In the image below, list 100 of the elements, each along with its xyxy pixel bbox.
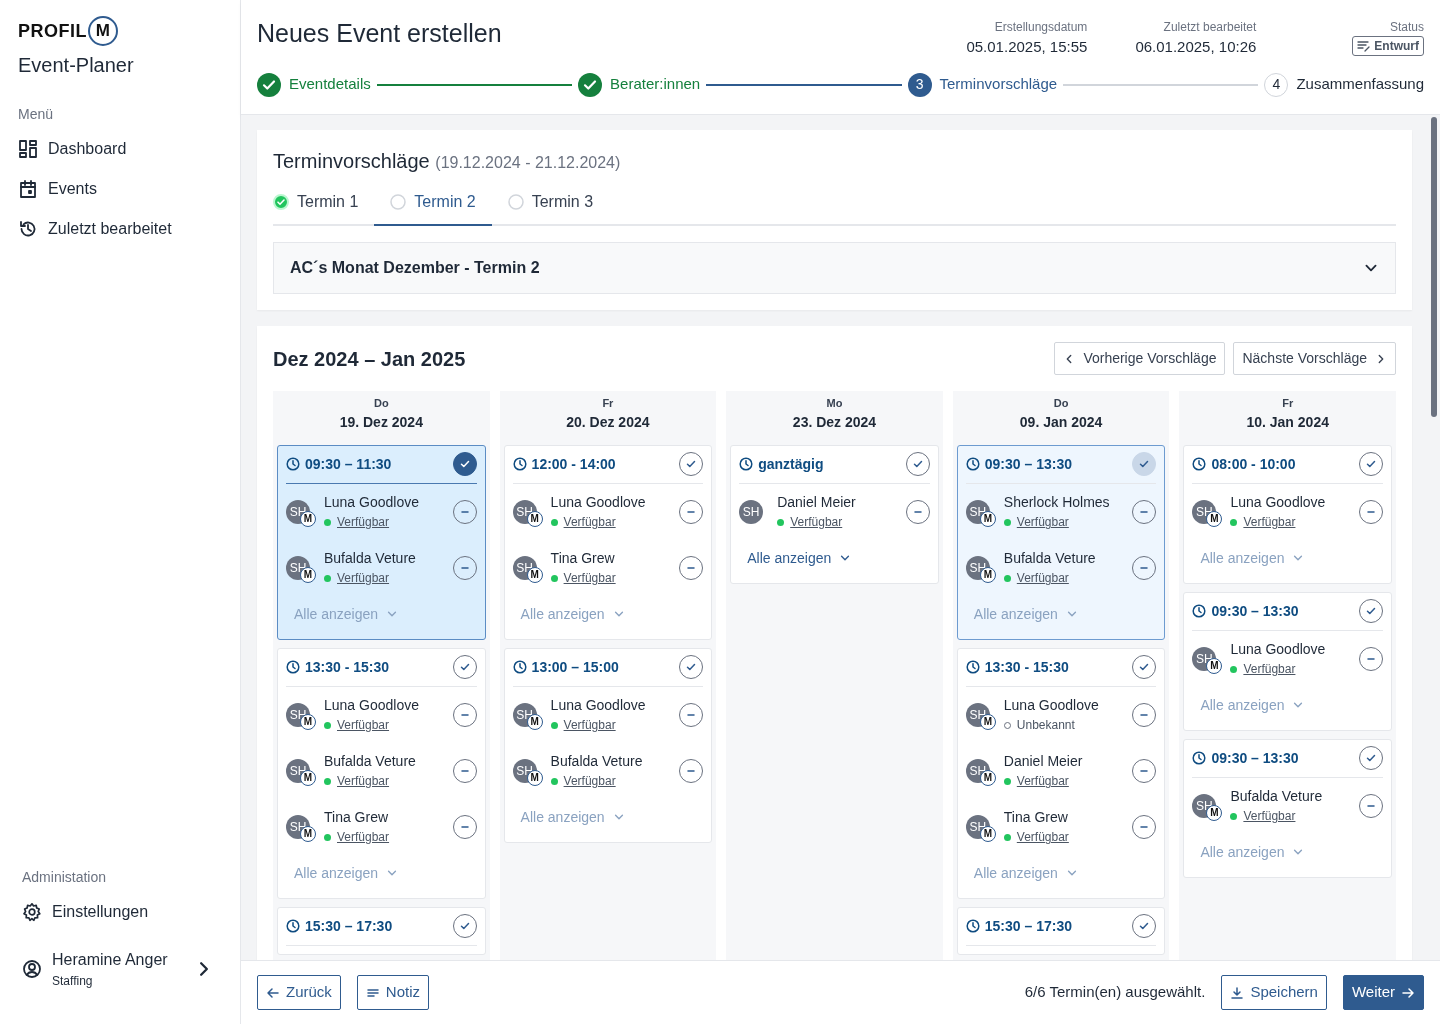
clock-icon (965, 457, 980, 471)
time-slot-card[interactable]: 15:30 – 17:30 (277, 906, 486, 955)
status-link[interactable]: Verfügbar (563, 513, 616, 531)
calendar-icon (18, 179, 38, 199)
section-title: Terminvorschläge (19.12.2024 - 21.12.2024) (273, 149, 622, 174)
clock-icon (512, 457, 527, 471)
slot-time: 15:30 – 17:30 (305, 916, 393, 936)
status-link[interactable]: Verfügbar (337, 772, 390, 790)
arrow-left-icon (266, 985, 280, 1000)
page-title: Neues Event erstellen (257, 18, 503, 48)
status-link[interactable]: Verfügbar (1016, 569, 1069, 587)
clock-icon (512, 660, 527, 674)
confirm-button[interactable] (1359, 746, 1383, 770)
status-link[interactable]: Verfügbar (1243, 513, 1296, 531)
sidebar-item[interactable]: Zuletzt bearbeitet (18, 209, 224, 249)
slot-time: 09:30 – 11:30 (305, 454, 392, 474)
status-link[interactable]: Verfügbar (1016, 828, 1069, 846)
meta-value: 05.01.2025, 15:55 (966, 37, 1088, 57)
status-link[interactable]: Verfügbar (337, 828, 390, 846)
check-icon (458, 458, 471, 470)
check-icon (1365, 752, 1377, 764)
slot-time: 13:00 – 15:00 (531, 657, 619, 677)
done-check-icon (273, 194, 289, 210)
radio-icon (507, 194, 524, 210)
confirm-button[interactable] (452, 914, 477, 938)
dashboard-icon (18, 139, 38, 159)
status-link[interactable]: Verfügbar (1016, 772, 1069, 790)
person-name: Tina Grew (324, 808, 390, 827)
status-link[interactable]: Verfügbar (337, 716, 390, 734)
person-name: Tina Grew (550, 549, 616, 568)
status-link[interactable]: Verfügbar (790, 513, 843, 531)
next-button[interactable]: Nächste Vorschläge (1233, 342, 1396, 375)
slot-time: 13:30 - 15:30 (984, 657, 1069, 677)
person-name: Sherlock Holmes (1003, 493, 1110, 512)
person-name: Bufalda Veture (324, 752, 416, 771)
confirm-button[interactable] (1132, 655, 1157, 679)
person-name: Daniel Meier (1003, 752, 1083, 771)
footer-button[interactable]: Zurück (257, 975, 341, 1010)
person-name: Luna Goodlove (1230, 640, 1326, 659)
slot-time: 08:00 - 10:00 (1211, 454, 1296, 474)
confirm-button[interactable] (1359, 599, 1383, 623)
edit-list-icon (1357, 40, 1372, 52)
previous-button[interactable]: Vorherige Vorschläge (1054, 342, 1226, 375)
day-date: 19. Dez 2024 (338, 412, 424, 432)
step-number: 3 (907, 72, 932, 97)
person-name: Luna Goodlove (550, 696, 646, 715)
person-name: Bufalda Veture (550, 752, 643, 771)
status-link[interactable]: Verfügbar (337, 513, 390, 531)
time-slot-card[interactable]: 15:30 – 17:30 (956, 906, 1166, 955)
check-icon (1138, 661, 1151, 673)
status-link[interactable]: Verfügbar (1243, 660, 1296, 678)
time-slot-card[interactable]: ganztägig SH Daniel Meier Verfügbar Alle anzeigen (730, 444, 939, 584)
history-icon (18, 219, 38, 239)
clock-icon (286, 919, 300, 933)
avatar: SH (739, 499, 764, 524)
status-link[interactable]: Verfügbar (563, 569, 616, 587)
status-link[interactable]: Verfügbar (1243, 807, 1296, 825)
step-label: Eventdetails (289, 74, 371, 95)
tab[interactable]: Termin 1 (273, 184, 375, 226)
confirm-button[interactable] (1359, 452, 1383, 476)
confirm-button[interactable] (679, 452, 704, 476)
slot-time: 15:30 – 17:30 (984, 916, 1072, 936)
check-icon (458, 920, 471, 932)
sidebar-item[interactable]: Events (18, 169, 224, 209)
status-link[interactable]: Verfügbar (1016, 513, 1069, 531)
status-link[interactable]: Verfügbar (563, 772, 616, 790)
confirm-button[interactable] (905, 452, 930, 476)
check-icon (685, 458, 698, 470)
user-menu[interactable]: Heramine Anger Staffing (22, 940, 224, 998)
accordion-header[interactable]: AC´s Monat Dezember - Termin 2 (273, 242, 1396, 294)
clock-icon (739, 457, 754, 471)
person-name: Daniel Meier (777, 493, 856, 512)
meta-label: Erstellungsdatum (993, 19, 1088, 36)
footer-button[interactable]: Speichern (1221, 975, 1327, 1010)
status-link[interactable]: Verfügbar (337, 569, 390, 587)
status-value: Entwurf (1374, 38, 1419, 55)
person-name: Luna Goodlove (550, 493, 646, 512)
scrollbar-thumb[interactable] (1431, 117, 1437, 417)
confirm-button[interactable] (452, 655, 477, 679)
person-name: Luna Goodlove (1003, 696, 1099, 715)
confirm-button[interactable] (1132, 914, 1157, 938)
status-link[interactable]: Verfügbar (563, 716, 616, 734)
tab[interactable]: Termin 2 (374, 184, 492, 226)
user-role: Staffing (52, 973, 94, 990)
footer-button[interactable]: Notiz (356, 975, 430, 1010)
confirm-button[interactable] (679, 655, 704, 679)
download-icon (1230, 985, 1245, 1000)
radio-icon (390, 194, 407, 210)
confirm-button[interactable] (452, 452, 477, 476)
sidebar-item[interactable]: Einstellungen (22, 892, 224, 932)
person-name: Luna Goodlove (324, 696, 419, 715)
check-icon (1365, 458, 1377, 470)
day-date: 20. Dez 2024 (565, 412, 651, 432)
slot-time: 09:30 – 13:30 (1211, 748, 1299, 768)
person-name: Bufalda Veture (1230, 787, 1323, 806)
app-title: Event-Planer (18, 53, 135, 78)
tab[interactable]: Termin 3 (491, 184, 610, 226)
footer-button[interactable]: Weiter (1342, 975, 1424, 1010)
sidebar-item[interactable]: Dashboard (18, 129, 224, 169)
show-all-link[interactable]: Alle anzeigen (739, 539, 860, 575)
